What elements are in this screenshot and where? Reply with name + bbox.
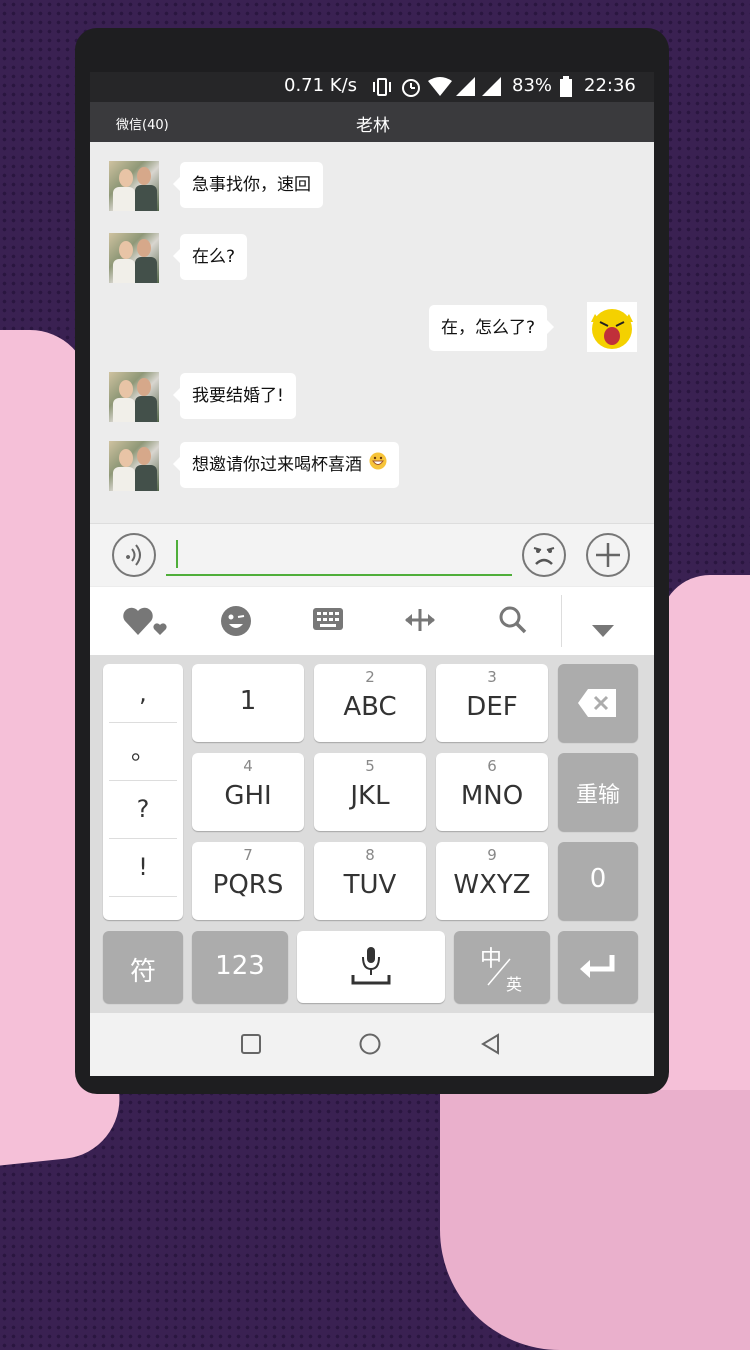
battery-icon	[560, 76, 572, 102]
plus-icon	[596, 543, 620, 567]
emoji-button[interactable]	[522, 533, 566, 577]
input-bar	[90, 523, 654, 586]
self-avatar-icon[interactable]	[587, 302, 637, 352]
message-text: 想邀请你过来喝杯喜酒	[192, 455, 362, 475]
backspace-key[interactable]	[558, 664, 638, 742]
punct-period-key[interactable]: 。	[109, 722, 177, 781]
sad-face-icon	[533, 547, 555, 565]
phone-screen: 0.71 K/s 83% 22:36 微信(40) 老林 急事找你，速回 在么?…	[90, 72, 654, 1076]
key-9-wxyz[interactable]: 9 WXYZ	[436, 842, 548, 920]
voice-icon	[126, 544, 141, 566]
key-2-abc[interactable]: 2 ABC	[314, 664, 426, 742]
symbol-key[interactable]: 符	[103, 931, 183, 1003]
punct-question-key[interactable]: ?	[109, 780, 177, 839]
space-voice-key[interactable]	[297, 931, 445, 1003]
punctuation-column[interactable]: , 。 ? !	[103, 664, 183, 920]
battery-percent: 83%	[512, 75, 553, 96]
message-bubble[interactable]: 我要结婚了!	[173, 373, 296, 419]
message-bubble-last[interactable]: 想邀请你过来喝杯喜酒	[172, 442, 400, 488]
punct-comma-key[interactable]: ,	[109, 664, 177, 723]
enter-key[interactable]	[558, 931, 638, 1003]
message-bubble[interactable]: 在，怎么了?	[429, 305, 555, 351]
punct-exclaim-key[interactable]: !	[109, 838, 177, 897]
alarm-icon	[400, 76, 422, 102]
key-6-mno[interactable]: 6 MNO	[436, 753, 548, 831]
toolbar-divider	[561, 595, 562, 647]
key-7-pqrs[interactable]: 7 PQRS	[192, 842, 304, 920]
contact-avatar[interactable]	[109, 161, 159, 211]
emoji-wink-icon[interactable]	[220, 605, 252, 644]
key-0[interactable]: 0	[558, 842, 638, 920]
heart-icon[interactable]	[122, 605, 168, 646]
back-to-wechat[interactable]: 微信(40)	[116, 114, 169, 133]
message-bubble[interactable]: 急事找你，速回	[173, 162, 323, 208]
message-input[interactable]	[166, 536, 512, 576]
key-3-def[interactable]: 3 DEF	[436, 664, 548, 742]
t9-keyboard: , 。 ? ! 1 2 ABC 3 DEF 4 GHI 5 JKL 6 MNO …	[90, 655, 654, 1013]
collapse-chevron-down-icon[interactable]	[590, 613, 616, 646]
clock: 22:36	[584, 75, 636, 96]
voice-button[interactable]	[112, 533, 156, 577]
back-triangle-icon[interactable]	[480, 1033, 502, 1059]
key-1[interactable]: 1	[192, 664, 304, 742]
more-plus-button[interactable]	[586, 533, 630, 577]
language-switch-key[interactable]: 中 英	[454, 931, 550, 1003]
key-5-jkl[interactable]: 5 JKL	[314, 753, 426, 831]
chat-title-bar: 微信(40) 老林	[90, 102, 654, 142]
contact-avatar[interactable]	[109, 372, 159, 422]
key-8-tuv[interactable]: 8 TUV	[314, 842, 426, 920]
status-bar: 0.71 K/s 83% 22:36	[90, 72, 654, 102]
numeric-123-key[interactable]: 123	[192, 931, 288, 1003]
wifi-icon	[428, 77, 452, 101]
keyboard-icon[interactable]	[312, 605, 344, 640]
reinput-key[interactable]: 重输	[558, 753, 638, 831]
android-nav-bar	[90, 1013, 654, 1076]
message-bubble[interactable]: 在么?	[172, 234, 248, 280]
grin-emoji-icon	[369, 442, 387, 488]
contact-avatar[interactable]	[109, 441, 159, 491]
key-4-ghi[interactable]: 4 GHI	[192, 753, 304, 831]
vibrate-icon	[371, 77, 393, 101]
enter-icon	[580, 955, 615, 978]
chat-title: 老林	[356, 116, 390, 136]
recents-square-icon[interactable]	[240, 1033, 262, 1059]
contact-avatar[interactable]	[109, 233, 159, 283]
keyboard-toolbar	[90, 587, 654, 655]
cursor-move-icon[interactable]	[403, 605, 437, 642]
hand-right-lower	[440, 1090, 750, 1350]
home-circle-icon[interactable]	[359, 1033, 381, 1059]
microphone-icon	[351, 947, 391, 985]
search-icon[interactable]	[498, 605, 528, 642]
signal-icon-1	[456, 77, 476, 101]
net-speed: 0.71 K/s	[284, 75, 358, 96]
signal-icon-2	[482, 77, 502, 101]
text-cursor	[176, 540, 178, 568]
backspace-icon	[578, 689, 616, 717]
